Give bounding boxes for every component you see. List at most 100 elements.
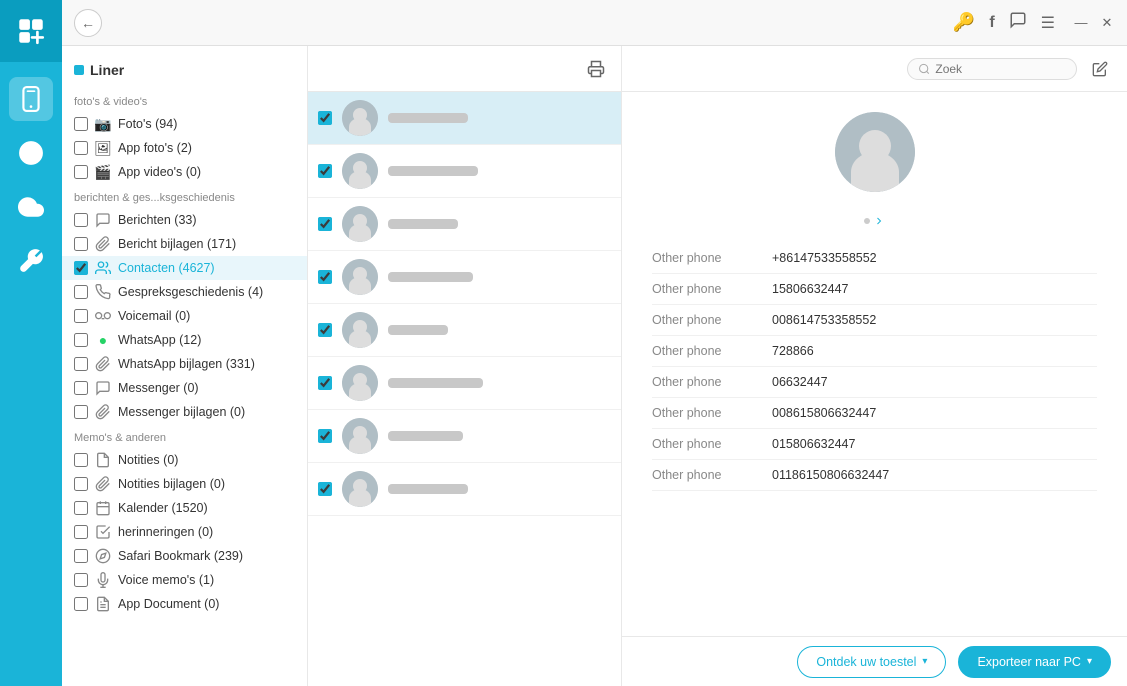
phone-label: Other phone [652, 313, 772, 327]
menu-icon[interactable]: ☰ [1041, 13, 1055, 33]
sidebar-checkbox-fotos[interactable] [74, 117, 88, 131]
contact-checkbox[interactable] [318, 376, 332, 390]
nav-cloud[interactable] [9, 185, 53, 229]
sidebar-item-voice-memos[interactable]: Voice memo's (1) [62, 568, 307, 592]
sidebar-item-app-videos[interactable]: 🎬 App video's (0) [62, 160, 307, 184]
contact-list-toolbar [308, 46, 621, 92]
sidebar-checkbox-contacten[interactable] [74, 261, 88, 275]
contacten-label: Contacten (4627) [118, 261, 215, 275]
contact-checkbox[interactable] [318, 217, 332, 231]
key-icon[interactable]: 🔑 [953, 12, 975, 33]
sidebar-item-messenger-bijlagen[interactable]: Messenger bijlagen (0) [62, 400, 307, 424]
print-button[interactable] [581, 54, 611, 84]
sidebar-checkbox-herinneringen[interactable] [74, 525, 88, 539]
sidebar-item-gespreks[interactable]: Gespreksgeschiedenis (4) [62, 280, 307, 304]
detail-search-input[interactable] [935, 62, 1066, 76]
sidebar-checkbox-voicemail[interactable] [74, 309, 88, 323]
contact-row[interactable] [308, 198, 621, 251]
sidebar-item-herinneringen[interactable]: herinneringen (0) [62, 520, 307, 544]
nav-phone[interactable] [9, 77, 53, 121]
sidebar-item-notities[interactable]: Notities (0) [62, 448, 307, 472]
phone-label: Other phone [652, 437, 772, 451]
sidebar-item-contacten[interactable]: Contacten (4627) [62, 256, 307, 280]
contact-checkbox[interactable] [318, 429, 332, 443]
sidebar-item-bericht-bijlagen[interactable]: Bericht bijlagen (171) [62, 232, 307, 256]
phone-label: Other phone [652, 375, 772, 389]
sidebar-item-voicemail[interactable]: Voicemail (0) [62, 304, 307, 328]
close-button[interactable]: ✕ [1099, 15, 1115, 31]
sidebar-item-kalender[interactable]: Kalender (1520) [62, 496, 307, 520]
facebook-icon[interactable]: f [989, 14, 994, 32]
voicemail-icon [94, 307, 112, 325]
app-document-icon [94, 595, 112, 613]
minimize-button[interactable]: — [1073, 15, 1089, 31]
nav-music[interactable] [9, 131, 53, 175]
contact-checkbox[interactable] [318, 323, 332, 337]
export-to-pc-button[interactable]: Exporteer naar PC ▾ [958, 646, 1111, 678]
sidebar-item-safari[interactable]: Safari Bookmark (239) [62, 544, 307, 568]
contact-name [388, 113, 468, 123]
contact-name [388, 166, 478, 176]
contact-row[interactable] [308, 463, 621, 516]
contact-checkbox[interactable] [318, 164, 332, 178]
chat-icon[interactable] [1009, 11, 1027, 34]
contact-row[interactable] [308, 357, 621, 410]
sidebar-checkbox-voice-memos[interactable] [74, 573, 88, 587]
nav-tools[interactable] [9, 239, 53, 283]
whatsapp-bijlagen-icon [94, 355, 112, 373]
section-label-messages: berichten & ges...ksgeschiedenis [62, 188, 307, 208]
sidebar-checkbox-gespreks[interactable] [74, 285, 88, 299]
contact-row[interactable] [308, 304, 621, 357]
sidebar-item-messenger[interactable]: Messenger (0) [62, 376, 307, 400]
sidebar-checkbox-berichten[interactable] [74, 213, 88, 227]
sidebar-checkbox-app-document[interactable] [74, 597, 88, 611]
sidebar-checkbox-app-videos[interactable] [74, 165, 88, 179]
sidebar-item-app-document[interactable]: App Document (0) [62, 592, 307, 616]
phone-label: Other phone [652, 344, 772, 358]
edit-button[interactable] [1085, 54, 1115, 84]
contact-name [388, 378, 483, 388]
sidebar-checkbox-notities-bijlagen[interactable] [74, 477, 88, 491]
sidebar-checkbox-safari[interactable] [74, 549, 88, 563]
contact-avatar [342, 206, 378, 242]
sidebar-checkbox-notities[interactable] [74, 453, 88, 467]
discover-device-button[interactable]: Ontdek uw toestel ▾ [797, 646, 946, 678]
sidebar-item-berichten[interactable]: Berichten (33) [62, 208, 307, 232]
app-logo [0, 0, 62, 62]
whatsapp-label: WhatsApp (12) [118, 333, 201, 347]
whatsapp-icon: ● [94, 331, 112, 349]
sidebar-item-whatsapp[interactable]: ● WhatsApp (12) [62, 328, 307, 352]
sidebar-checkbox-whatsapp[interactable] [74, 333, 88, 347]
sidebar-checkbox-messenger[interactable] [74, 381, 88, 395]
contact-checkbox[interactable] [318, 482, 332, 496]
bericht-bijlagen-icon [94, 235, 112, 253]
sidebar-checkbox-app-fotos[interactable] [74, 141, 88, 155]
contact-row[interactable] [308, 92, 621, 145]
contact-list-area [308, 46, 622, 686]
contact-avatar [342, 259, 378, 295]
sidebar-item-fotos[interactable]: 📷 Foto's (94) [62, 112, 307, 136]
contact-avatar [342, 418, 378, 454]
contact-row[interactable] [308, 251, 621, 304]
sidebar-item-whatsapp-bijlagen[interactable]: WhatsApp bijlagen (331) [62, 352, 307, 376]
phone-label: Other phone [652, 282, 772, 296]
sidebar-checkbox-kalender[interactable] [74, 501, 88, 515]
sidebar-item-notities-bijlagen[interactable]: Notities bijlagen (0) [62, 472, 307, 496]
sidebar-checkbox-bericht-bijlagen[interactable] [74, 237, 88, 251]
contact-row[interactable] [308, 145, 621, 198]
messenger-bijlagen-label: Messenger bijlagen (0) [118, 405, 245, 419]
berichten-label: Berichten (33) [118, 213, 197, 227]
contact-checkbox[interactable] [318, 270, 332, 284]
back-button[interactable]: ← [74, 9, 102, 37]
gespreks-label: Gespreksgeschiedenis (4) [118, 285, 263, 299]
phone-table: Other phone +86147533558552 Other phone … [652, 243, 1097, 491]
contact-avatar [342, 471, 378, 507]
contact-checkbox[interactable] [318, 111, 332, 125]
sidebar-item-app-fotos[interactable]: 🖼 App foto's (2) [62, 136, 307, 160]
herinneringen-icon [94, 523, 112, 541]
sidebar-checkbox-whatsapp-bijlagen[interactable] [74, 357, 88, 371]
sidebar-checkbox-messenger-bijlagen[interactable] [74, 405, 88, 419]
phone-value: 008614753358552 [772, 313, 876, 327]
whatsapp-bijlagen-label: WhatsApp bijlagen (331) [118, 357, 255, 371]
contact-row[interactable] [308, 410, 621, 463]
